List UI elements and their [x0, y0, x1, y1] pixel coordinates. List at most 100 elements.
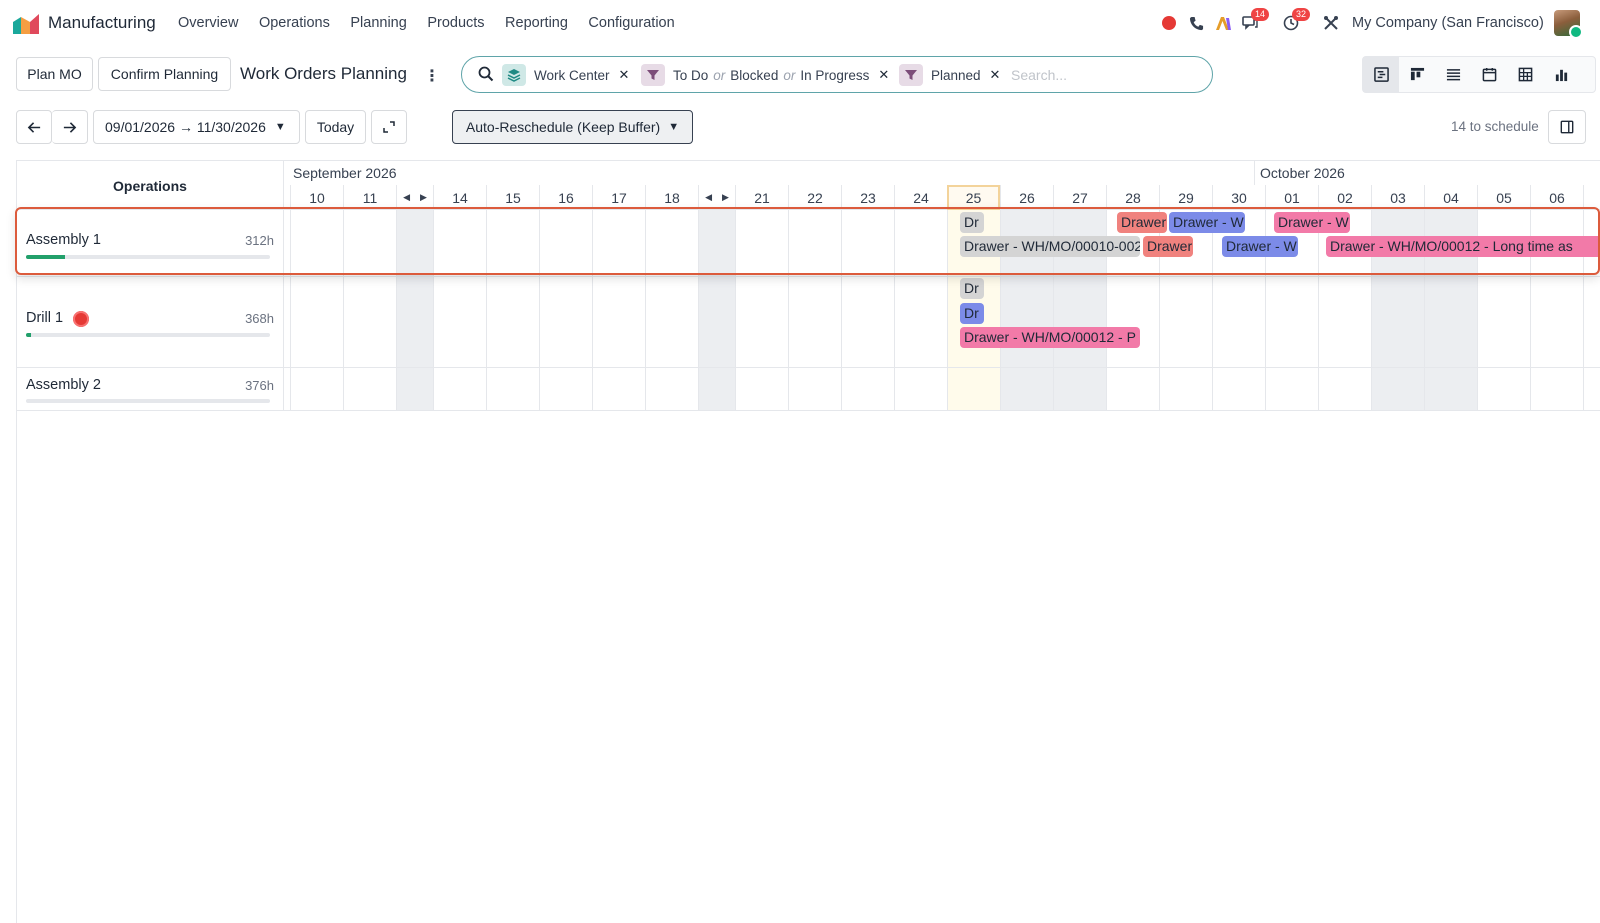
manufacturing-app-icon[interactable]	[13, 14, 39, 34]
view-calendar-icon[interactable]	[1471, 57, 1507, 92]
facet-state-a: To Do	[673, 67, 709, 83]
to-schedule-count[interactable]: 14 to schedule	[1451, 119, 1539, 134]
work-order-pill[interactable]: Dr	[960, 278, 984, 299]
row-hours: 368h	[245, 311, 274, 326]
debug-tools-icon[interactable]	[1322, 14, 1340, 32]
row-progress-fill	[26, 333, 31, 337]
caret-down-icon: ▼	[668, 121, 680, 133]
toggle-side-panel-button[interactable]	[1548, 110, 1586, 144]
ai-icon[interactable]	[1214, 14, 1232, 32]
view-pivot-icon[interactable]	[1507, 57, 1543, 92]
gantt-row-drill-1[interactable]: Drill 1 368h	[17, 276, 284, 367]
remove-facet-icon[interactable]: ✕	[878, 67, 889, 83]
app-name[interactable]: Manufacturing	[48, 13, 156, 33]
today-button[interactable]: Today	[305, 110, 366, 144]
filter-icon	[641, 64, 665, 86]
day-label: 29	[1159, 185, 1212, 210]
row-name: Assembly 2	[26, 377, 101, 393]
work-order-pill[interactable]: Drawer	[1117, 212, 1167, 233]
arrow-left-icon	[27, 121, 40, 133]
day-label: 16	[539, 185, 592, 210]
date-range-picker[interactable]: 09/01/2026 → 11/30/2026 ▼	[93, 110, 300, 144]
day-label: 30	[1212, 185, 1265, 210]
day-label: 22	[788, 185, 841, 210]
work-order-pill[interactable]: Drawer - WH/MO/00012 - P	[960, 327, 1140, 348]
remove-facet-icon[interactable]: ✕	[990, 67, 1001, 83]
phone-icon[interactable]	[1187, 14, 1205, 32]
day-label: 24	[894, 185, 947, 210]
messages-icon[interactable]: 14	[1241, 8, 1270, 32]
view-graph-icon[interactable]	[1543, 57, 1579, 92]
facet-planned-filter[interactable]: Planned ✕	[899, 64, 1000, 86]
view-kanban-icon[interactable]	[1399, 57, 1435, 92]
previous-period-button[interactable]	[16, 110, 52, 144]
month-header-row: September 2026 October 2026	[284, 161, 1600, 185]
confirm-planning-button[interactable]: Confirm Planning	[98, 57, 231, 91]
menu-operations[interactable]: Operations	[259, 15, 330, 31]
user-avatar[interactable]	[1554, 10, 1583, 39]
work-order-pill[interactable]: Drawer - W	[1222, 236, 1298, 257]
day-label: 02	[1318, 185, 1371, 210]
view-switcher	[1362, 56, 1596, 93]
side-panel-icon	[1560, 120, 1574, 134]
view-gantt-icon[interactable]	[1363, 57, 1399, 92]
menu-planning[interactable]: Planning	[350, 15, 406, 31]
activity-clock-icon[interactable]: 32	[1282, 8, 1311, 32]
day-label: 14	[433, 185, 486, 210]
work-order-pill[interactable]: Dr	[960, 212, 984, 233]
filter-icon	[899, 64, 923, 86]
collapsed-weekend-toggle[interactable]: ◀ ▶	[698, 185, 735, 210]
gantt-view: Operations September 2026 October 2026 1…	[16, 160, 1600, 923]
row-name: Drill 1	[26, 310, 64, 326]
work-order-pill[interactable]: Drawer - W	[1169, 212, 1245, 233]
auto-reschedule-dropdown[interactable]: Auto-Reschedule (Keep Buffer) ▼	[452, 110, 693, 144]
day-label: 17	[592, 185, 645, 210]
day-label: 15	[486, 185, 539, 210]
work-order-pill[interactable]: Drawer - W	[1274, 212, 1350, 233]
search-icon[interactable]	[478, 66, 494, 82]
menu-overview[interactable]: Overview	[178, 15, 238, 31]
row-progress-bar	[26, 399, 270, 403]
menu-products[interactable]: Products	[427, 15, 484, 31]
company-switcher[interactable]: My Company (San Francisco)	[1352, 15, 1544, 31]
plan-mo-button[interactable]: Plan MO	[16, 57, 93, 91]
day-label: 01	[1265, 185, 1318, 210]
search-input[interactable]	[1011, 65, 1201, 85]
menu-configuration[interactable]: Configuration	[588, 15, 674, 31]
day-label: 04	[1424, 185, 1477, 210]
record-icon[interactable]	[1160, 14, 1178, 32]
layers-icon	[502, 64, 526, 86]
gantt-row-assembly-1[interactable]: Assembly 1 312h	[17, 210, 284, 276]
row-hours: 312h	[245, 233, 274, 248]
day-label-today: 25	[947, 185, 1000, 210]
day-label: 03	[1371, 185, 1424, 210]
more-actions-icon[interactable]: ⋮	[424, 66, 440, 86]
collapsed-weekend-toggle[interactable]: ◀ ▶	[396, 185, 433, 210]
work-order-pill[interactable]: Dr	[960, 303, 984, 324]
day-label: 10	[290, 185, 343, 210]
day-label: 23	[841, 185, 894, 210]
search-bar: Work Center ✕ To Do or Blocked or In Pro…	[461, 56, 1213, 93]
facet-group-label: Work Center	[534, 67, 610, 83]
top-navbar: Manufacturing Overview Operations Planni…	[0, 0, 1600, 46]
arrow-right-icon	[63, 121, 77, 133]
day-label: 06	[1530, 185, 1583, 210]
next-period-button[interactable]	[52, 110, 88, 144]
date-range-value: 09/01/2026 → 11/30/2026	[105, 119, 266, 135]
work-order-pill[interactable]: Drawer	[1143, 236, 1193, 257]
day-label: 28	[1106, 185, 1159, 210]
gantt-row-assembly-2[interactable]: Assembly 2 376h	[17, 367, 284, 410]
menu-reporting[interactable]: Reporting	[505, 15, 568, 31]
row-progress-bar	[26, 333, 270, 337]
month-label: September 2026	[293, 165, 397, 181]
day-label: 21	[735, 185, 788, 210]
operations-header: Operations	[17, 161, 284, 210]
expand-icon[interactable]	[371, 110, 407, 144]
view-list-icon[interactable]	[1435, 57, 1471, 92]
facet-state-filter[interactable]: To Do or Blocked or In Progress ✕	[641, 64, 889, 86]
work-order-pill[interactable]: Drawer - WH/MO/00010-002	[960, 236, 1140, 257]
work-order-pill[interactable]: Drawer - WH/MO/00012 - Long time as	[1326, 236, 1600, 257]
facet-group-by[interactable]: Work Center ✕	[502, 64, 629, 86]
remove-facet-icon[interactable]: ✕	[619, 67, 630, 83]
messages-badge: 14	[1251, 8, 1270, 21]
